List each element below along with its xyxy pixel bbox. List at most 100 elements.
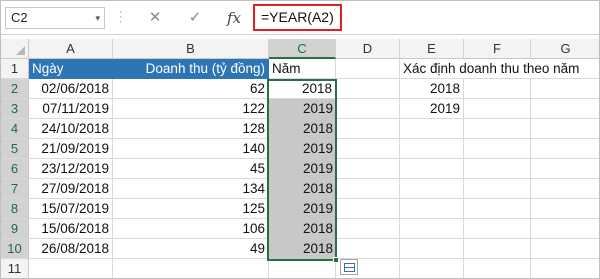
cell-f8[interactable] [464,199,531,219]
column-header-g[interactable]: G [531,39,599,59]
cell-a8[interactable]: 15/07/2019 [29,199,113,219]
cell-d7[interactable] [336,179,400,199]
cell-b8[interactable]: 125 [113,199,269,219]
cell-e8[interactable] [400,199,464,219]
cell-g4[interactable] [531,119,599,139]
cell-d9[interactable] [336,219,400,239]
row-header-8[interactable]: 8 [1,199,29,219]
cell-d6[interactable] [336,159,400,179]
cell-b7[interactable]: 134 [113,179,269,199]
cell-b11[interactable] [113,259,269,278]
cell-e1[interactable]: Xác định doanh thu theo năm [400,59,599,79]
cell-a6[interactable]: 23/12/2019 [29,159,113,179]
column-header-b[interactable]: B [113,39,269,59]
cell-c11[interactable] [269,259,336,278]
cell-g7[interactable] [531,179,599,199]
cell-b9[interactable]: 106 [113,219,269,239]
cell-f10[interactable] [464,239,531,259]
cell-c9[interactable]: 2018 [269,219,336,239]
cell-f5[interactable] [464,139,531,159]
cell-c3[interactable]: 2019 [269,99,336,119]
cell-e4[interactable] [400,119,464,139]
row-header-10[interactable]: 10 [1,239,29,259]
cell-g3[interactable] [531,99,599,119]
column-header-d[interactable]: D [336,39,400,59]
cell-a1[interactable]: Ngày [29,59,113,79]
insert-function-icon[interactable]: fx [220,6,248,30]
fill-handle[interactable] [333,257,339,263]
cell-f6[interactable] [464,159,531,179]
cell-b1[interactable]: Doanh thu (tỷ đồng) [113,59,269,79]
cell-e2[interactable]: 2018 [400,79,464,99]
cell-g10[interactable] [531,239,599,259]
column-header-a[interactable]: A [29,39,113,59]
formula-text[interactable]: =YEAR(A2) [253,4,342,31]
cell-b5[interactable]: 140 [113,139,269,159]
cell-a4[interactable]: 24/10/2018 [29,119,113,139]
row-header-7[interactable]: 7 [1,179,29,199]
name-box[interactable]: C2 ▾ [5,7,105,29]
cell-d3[interactable] [336,99,400,119]
cell-g5[interactable] [531,139,599,159]
cell-e5[interactable] [400,139,464,159]
cell-d10[interactable] [336,239,400,259]
cell-b6[interactable]: 45 [113,159,269,179]
row-header-3[interactable]: 3 [1,99,29,119]
cell-f4[interactable] [464,119,531,139]
select-all-corner[interactable] [1,39,29,59]
cell-a7[interactable]: 27/09/2018 [29,179,113,199]
cell-a10[interactable]: 26/08/2018 [29,239,113,259]
row-header-1[interactable]: 1 [1,59,29,79]
row-header-4[interactable]: 4 [1,119,29,139]
cell-f11[interactable] [464,259,531,278]
cell-f3[interactable] [464,99,531,119]
cell-a9[interactable]: 15/06/2018 [29,219,113,239]
cell-g8[interactable] [531,199,599,219]
cell-c6[interactable]: 2019 [269,159,336,179]
row-header-11[interactable]: 11 [1,259,29,278]
cell-c2[interactable]: 2018 [269,79,336,99]
cell-f9[interactable] [464,219,531,239]
cell-g9[interactable] [531,219,599,239]
cell-d4[interactable] [336,119,400,139]
cell-a2[interactable]: 02/06/2018 [29,79,113,99]
cell-e7[interactable] [400,179,464,199]
cell-c8[interactable]: 2019 [269,199,336,219]
cell-d8[interactable] [336,199,400,219]
cell-b4[interactable]: 128 [113,119,269,139]
column-header-c[interactable]: C [269,39,336,59]
column-header-f[interactable]: F [464,39,531,59]
cell-c10[interactable]: 2018 [269,239,336,259]
cell-a11[interactable] [29,259,113,278]
cell-f2[interactable] [464,79,531,99]
row-header-5[interactable]: 5 [1,139,29,159]
cell-a5[interactable]: 21/09/2019 [29,139,113,159]
row-header-9[interactable]: 9 [1,219,29,239]
cell-a3[interactable]: 07/11/2019 [29,99,113,119]
cancel-icon[interactable]: ✕ [141,6,169,30]
cell-d5[interactable] [336,139,400,159]
cell-c1[interactable]: Năm [269,59,336,79]
cell-e10[interactable] [400,239,464,259]
quick-analysis-button[interactable] [340,259,358,275]
cell-g6[interactable] [531,159,599,179]
cell-e11[interactable] [400,259,464,278]
cell-e6[interactable] [400,159,464,179]
row-header-2[interactable]: 2 [1,79,29,99]
cell-g11[interactable] [531,259,599,278]
cell-f7[interactable] [464,179,531,199]
cell-c4[interactable]: 2018 [269,119,336,139]
cell-b2[interactable]: 62 [113,79,269,99]
cell-d2[interactable] [336,79,400,99]
cell-e9[interactable] [400,219,464,239]
cell-c7[interactable]: 2018 [269,179,336,199]
chevron-down-icon[interactable]: ▾ [95,8,100,28]
row-header-6[interactable]: 6 [1,159,29,179]
cell-e3[interactable]: 2019 [400,99,464,119]
cell-b10[interactable]: 49 [113,239,269,259]
cell-d1[interactable] [336,59,400,79]
cell-c5[interactable]: 2019 [269,139,336,159]
cell-g2[interactable] [531,79,599,99]
column-header-e[interactable]: E [400,39,464,59]
enter-check-icon[interactable]: ✓ [181,6,209,30]
